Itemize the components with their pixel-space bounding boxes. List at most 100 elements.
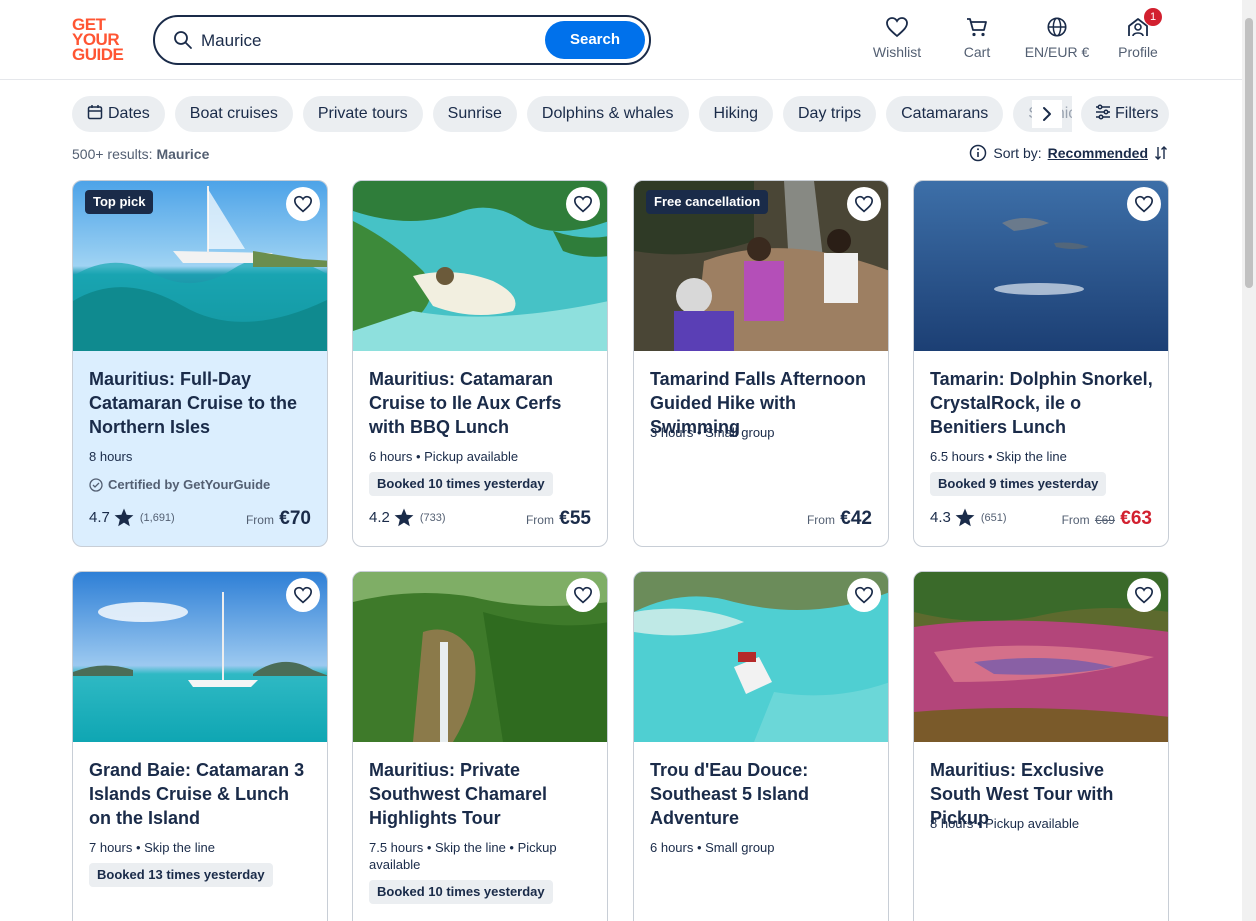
search-button[interactable]: Search bbox=[545, 21, 645, 59]
getyourguide-logo[interactable]: GET YOUR GUIDE bbox=[72, 16, 130, 64]
cart-nav[interactable]: Cart bbox=[959, 16, 995, 66]
activity-meta: 6 hours • Small group bbox=[650, 840, 775, 855]
free-cancellation-badge: Free cancellation bbox=[646, 190, 769, 214]
wishlist-button[interactable] bbox=[286, 578, 320, 612]
chip-private-tours[interactable]: Private tours bbox=[302, 96, 423, 132]
booked-badge: Booked 9 times yesterday bbox=[930, 472, 1107, 496]
scrollbar-thumb[interactable] bbox=[1245, 18, 1253, 288]
activity-card[interactable]: Mauritius: Private Southwest Chamarel Hi… bbox=[352, 571, 608, 921]
activity-meta: 3 hours • Small group bbox=[650, 425, 775, 440]
search-bar[interactable]: Maurice Search bbox=[153, 15, 651, 65]
price-prefix: From bbox=[525, 513, 554, 527]
price: From €69 €63 bbox=[1062, 508, 1152, 530]
wishlist-label: Wishlist bbox=[872, 44, 922, 60]
info-icon[interactable] bbox=[969, 144, 987, 162]
top-pick-badge: Top pick bbox=[85, 190, 154, 214]
search-icon bbox=[174, 31, 192, 49]
wishlist-button[interactable] bbox=[1127, 187, 1161, 221]
activity-card[interactable]: Grand Baie: Catamaran 3 Islands Cruise &… bbox=[72, 571, 328, 921]
certified-label: Certified by GetYourGuide bbox=[89, 477, 270, 492]
heart-icon bbox=[854, 195, 874, 213]
filters-button[interactable]: Filters bbox=[1081, 96, 1169, 132]
wishlist-button[interactable] bbox=[286, 187, 320, 221]
filter-chips: Dates Boat cruises Private tours Sunrise Do… bbox=[72, 96, 1072, 132]
activity-card[interactable]: Tamarin: Dolphin Snorkel, CrystalRock, i… bbox=[913, 180, 1169, 547]
price: From €55 bbox=[526, 508, 591, 530]
heart-icon bbox=[573, 586, 593, 604]
wishlist-nav[interactable]: Wishlist bbox=[872, 16, 922, 66]
activity-card[interactable]: Mauritius: Exclusive South West Tour wit… bbox=[913, 571, 1169, 921]
review-count: (1,691) bbox=[139, 511, 175, 524]
activity-title[interactable]: Trou d'Eau Douce: Southeast 5 Island Adv… bbox=[650, 758, 876, 830]
notification-badge: 1 bbox=[1144, 8, 1162, 26]
price: From €42 bbox=[807, 508, 872, 530]
language-currency-nav[interactable]: EN/EUR € bbox=[1022, 16, 1092, 66]
wishlist-button[interactable] bbox=[847, 187, 881, 221]
activity-title[interactable]: Tamarin: Dolphin Snorkel, CrystalRock, i… bbox=[930, 367, 1156, 439]
rating: 4.2 (733) bbox=[369, 508, 446, 527]
review-count: (651) bbox=[980, 511, 1007, 524]
chip-dolphins-whales[interactable]: Dolphins & whales bbox=[526, 96, 689, 132]
heart-icon bbox=[1134, 586, 1154, 604]
chips-next-button[interactable] bbox=[1032, 100, 1062, 128]
activity-card[interactable]: Trou d'Eau Douce: Southeast 5 Island Adv… bbox=[633, 571, 889, 921]
heart-icon bbox=[293, 586, 313, 604]
chip-sunrise[interactable]: Sunrise bbox=[432, 96, 517, 132]
certified-text: Certified by GetYourGuide bbox=[108, 477, 271, 492]
price-prefix: From bbox=[1061, 513, 1090, 527]
wishlist-button[interactable] bbox=[847, 578, 881, 612]
star-icon bbox=[394, 508, 414, 527]
price-prefix: From bbox=[245, 513, 274, 527]
chip-dates[interactable]: Dates bbox=[72, 96, 165, 132]
price-prefix: From bbox=[806, 513, 835, 527]
star-icon bbox=[955, 508, 975, 527]
results-count-text: 500+ results: bbox=[72, 146, 153, 162]
activity-title[interactable]: Grand Baie: Catamaran 3 Islands Cruise &… bbox=[89, 758, 315, 830]
heart-icon bbox=[854, 586, 874, 604]
activity-title[interactable]: Mauritius: Catamaran Cruise to Ile Aux C… bbox=[369, 367, 595, 439]
activity-title[interactable]: Mauritius: Full-Day Catamaran Cruise to … bbox=[89, 367, 315, 439]
wishlist-button[interactable] bbox=[566, 187, 600, 221]
logo-line: GUIDE bbox=[72, 45, 124, 64]
sort-arrows-icon bbox=[1155, 146, 1167, 160]
activity-meta: 6.5 hours • Skip the line bbox=[930, 449, 1067, 464]
chip-day-trips[interactable]: Day trips bbox=[783, 96, 877, 132]
activity-title[interactable]: Mauritius: Private Southwest Chamarel Hi… bbox=[369, 758, 595, 830]
heart-icon bbox=[886, 17, 908, 38]
activity-card[interactable]: Top pick Mauritius: Full-Day Catamaran C… bbox=[72, 180, 328, 547]
wishlist-button[interactable] bbox=[1127, 578, 1161, 612]
sort-label: Sort by: bbox=[993, 145, 1042, 161]
search-input[interactable]: Maurice bbox=[201, 31, 261, 51]
rating-value: 4.3 bbox=[930, 509, 951, 526]
price-amount: €55 bbox=[559, 508, 591, 529]
results-query: Maurice bbox=[156, 146, 210, 162]
heart-icon bbox=[1134, 195, 1154, 213]
rating: 4.7 (1,691) bbox=[89, 508, 175, 527]
sort-value[interactable]: Recommended bbox=[1048, 145, 1148, 161]
heart-icon bbox=[573, 195, 593, 213]
sliders-icon bbox=[1096, 104, 1110, 120]
sort-control[interactable]: Sort by: Recommended bbox=[969, 144, 1168, 162]
activity-card[interactable]: Mauritius: Catamaran Cruise to Ile Aux C… bbox=[352, 180, 608, 547]
activity-card[interactable]: Free cancellation Tamarind Falls Afterno… bbox=[633, 180, 889, 547]
results-count: 500+ results: Maurice bbox=[72, 146, 209, 162]
profile-label: Profile bbox=[1118, 44, 1158, 60]
page-scrollbar[interactable] bbox=[1242, 0, 1256, 921]
rating-value: 4.7 bbox=[89, 509, 110, 526]
heart-icon bbox=[293, 195, 313, 213]
chevron-right-icon bbox=[1043, 107, 1051, 121]
rating: 4.3 (651) bbox=[930, 508, 1007, 527]
wishlist-button[interactable] bbox=[566, 578, 600, 612]
chip-catamarans[interactable]: Catamarans bbox=[886, 96, 1004, 132]
price: From €70 bbox=[246, 508, 311, 530]
chip-boat-cruises[interactable]: Boat cruises bbox=[174, 96, 293, 132]
activity-meta: 6 hours • Pickup available bbox=[369, 449, 519, 464]
chip-label: Dates bbox=[108, 105, 150, 122]
chip-hiking[interactable]: Hiking bbox=[698, 96, 773, 132]
price-amount: €42 bbox=[840, 508, 872, 529]
booked-badge: Booked 10 times yesterday bbox=[369, 472, 553, 496]
calendar-icon bbox=[87, 105, 103, 120]
activity-meta: 7 hours • Skip the line bbox=[89, 840, 215, 855]
cart-icon bbox=[967, 18, 987, 37]
profile-nav[interactable]: 1 Profile bbox=[1116, 8, 1162, 66]
